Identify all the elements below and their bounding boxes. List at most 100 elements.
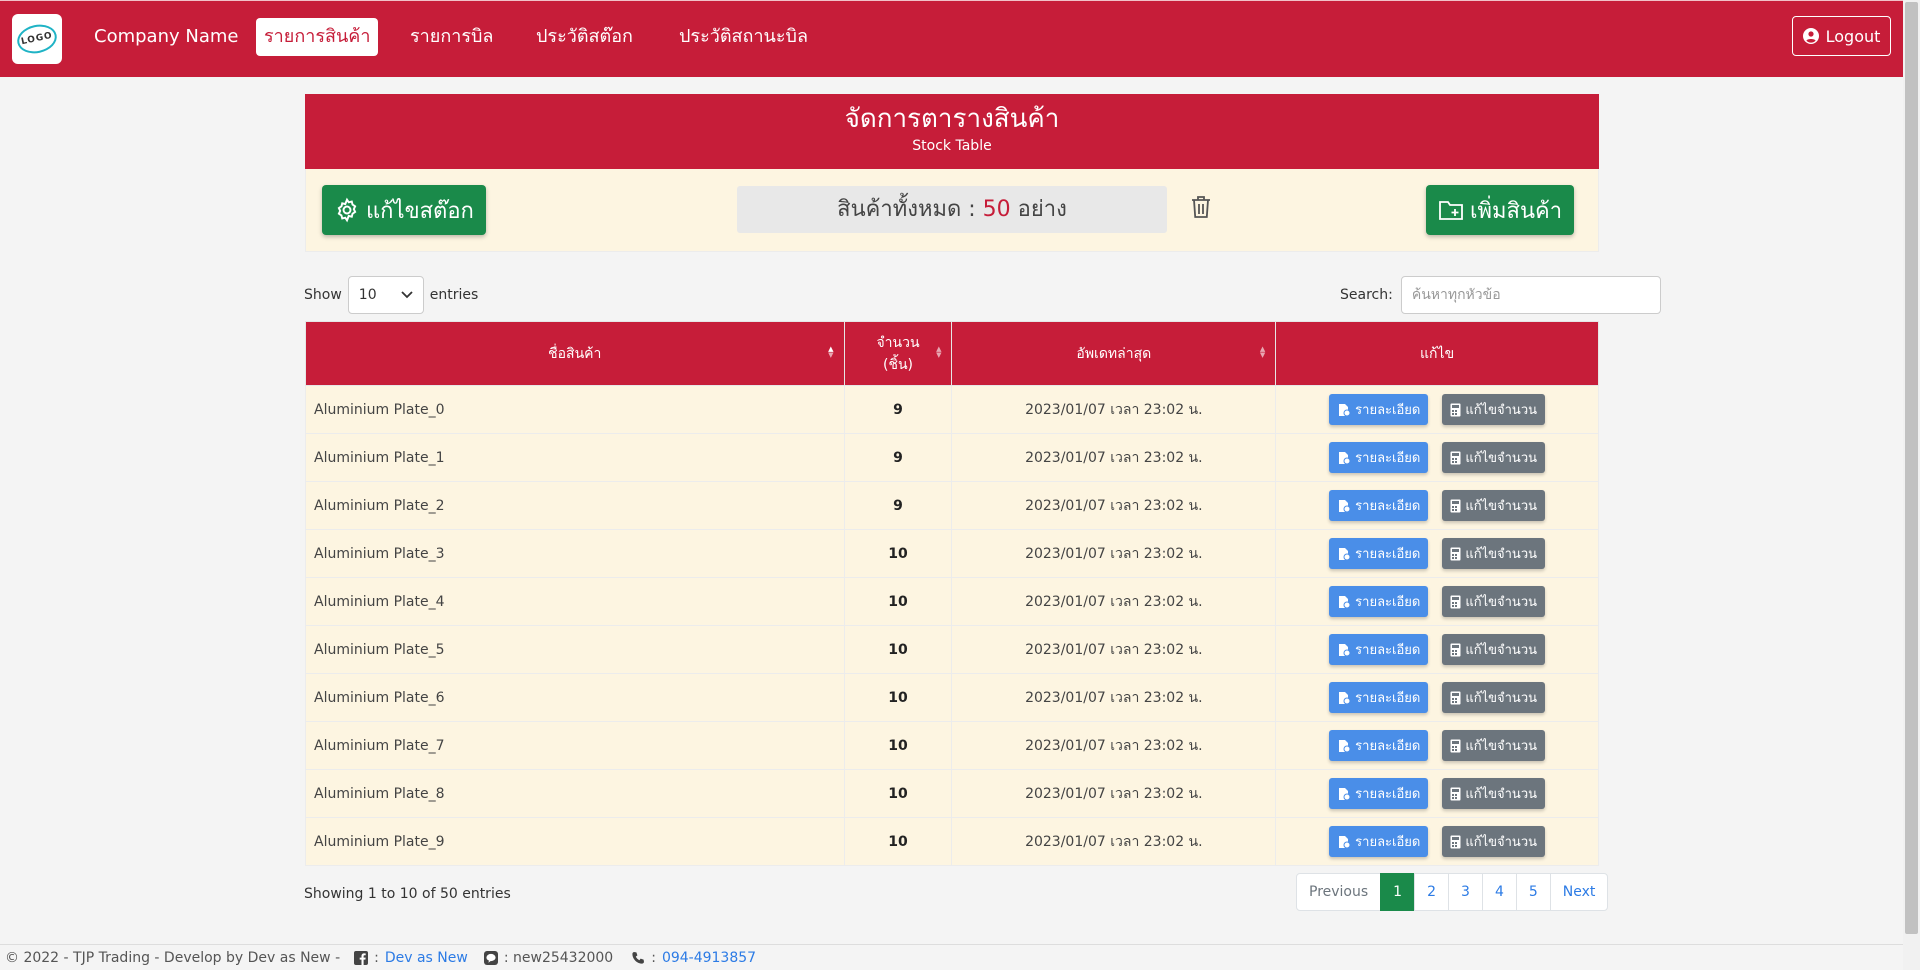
page-previous[interactable]: Previous [1296,873,1382,911]
detail-label: รายละเอียด [1355,595,1421,610]
top-navbar: LOGO Company Name รายการสินค้า รายการบิล… [0,0,1903,77]
nav-stock-history[interactable]: ประวัติสต๊อก [528,18,641,56]
table-row: Aluminium Plate_4 10 2023/01/07 เวลา 23:… [305,577,1599,626]
edit-qty-button[interactable]: แก้ไขจำนวน [1442,682,1546,713]
delete-button[interactable] [1190,194,1212,224]
edit-stock-button[interactable]: แก้ไขสต๊อก [322,185,486,235]
col-header-qty[interactable]: จำนวน (ชิ้น) ▲ ▼ [843,321,953,386]
file-icon [1339,787,1351,800]
edit-qty-button[interactable]: แก้ไขจำนวน [1442,442,1546,473]
page-5[interactable]: 5 [1515,873,1551,911]
search-input[interactable] [1400,276,1661,314]
detail-button[interactable]: รายละเอียด [1329,442,1429,473]
edit-qty-button[interactable]: แก้ไขจำนวน [1442,394,1546,425]
detail-button[interactable]: รายละเอียด [1329,634,1429,665]
product-updated: 2023/01/07 เวลา 23:02 น. [951,481,1277,530]
file-icon [1339,691,1351,704]
entries-length-select[interactable]: 10 [347,276,424,314]
table-row: Aluminium Plate_3 10 2023/01/07 เวลา 23:… [305,529,1599,578]
calculator-icon [1450,595,1461,608]
detail-label: รายละเอียด [1355,547,1421,562]
product-name: Aluminium Plate_9 [305,817,845,866]
table-header-row: ชื่อสินค้า ▲ ▼ จำนวน (ชิ้น) ▲ ▼ อัพเดทล่าส… [305,321,1599,386]
detail-label: รายละเอียด [1355,499,1421,514]
product-updated: 2023/01/07 เวลา 23:02 น. [951,769,1277,818]
detail-button[interactable]: รายละเอียด [1329,826,1429,857]
edit-qty-label: แก้ไขจำนวน [1465,691,1538,706]
detail-button[interactable]: รายละเอียด [1329,682,1429,713]
nav-bill-list[interactable]: รายการบิล [402,18,501,56]
file-icon [1339,835,1351,848]
company-name-link[interactable]: Company Name [86,18,246,56]
logout-button[interactable]: Logout [1792,16,1891,56]
detail-button[interactable]: รายละเอียด [1329,586,1429,617]
product-qty: 9 [843,433,953,482]
edit-qty-label: แก้ไขจำนวน [1465,547,1538,562]
col-edit-label: แก้ไข [1420,345,1455,362]
add-product-label: เพิ่มสินค้า [1470,198,1563,224]
file-icon [1339,403,1351,416]
total-prefix: สินค้าทั้งหมด : [837,197,976,222]
col-header-name[interactable]: ชื่อสินค้า ▲ ▼ [305,321,845,386]
edit-qty-button[interactable]: แก้ไขจำนวน [1442,778,1546,809]
folder-plus-icon [1439,201,1463,220]
nav-product-list[interactable]: รายการสินค้า [256,18,379,56]
detail-button[interactable]: รายละเอียด [1329,394,1429,425]
show-entries: Show 10 entries [304,276,478,314]
edit-qty-button[interactable]: แก้ไขจำนวน [1442,826,1546,857]
product-qty: 10 [843,577,953,626]
edit-qty-button[interactable]: แก้ไขจำนวน [1442,586,1546,617]
edit-qty-label: แก้ไขจำนวน [1465,787,1538,802]
chevron-down-icon [401,291,413,299]
nav-bill-status-history[interactable]: ประวัติสถานะบิล [671,18,816,56]
page-next[interactable]: Next [1549,873,1609,911]
edit-qty-button[interactable]: แก้ไขจำนวน [1442,634,1546,665]
col-qty-label: จำนวน [876,334,920,351]
product-name: Aluminium Plate_8 [305,769,845,818]
table-row: Aluminium Plate_8 10 2023/01/07 เวลา 23:… [305,769,1599,818]
detail-button[interactable]: รายละเอียด [1329,730,1429,761]
product-name: Aluminium Plate_3 [305,529,845,578]
edit-qty-label: แก้ไขจำนวน [1465,643,1538,658]
row-actions: รายละเอียด แก้ไขจำนวน [1275,385,1599,434]
page-1[interactable]: 1 [1380,873,1416,911]
product-updated: 2023/01/07 เวลา 23:02 น. [951,529,1277,578]
edit-qty-button[interactable]: แก้ไขจำนวน [1442,490,1546,521]
product-qty: 9 [843,481,953,530]
company-logo[interactable]: LOGO [12,14,62,64]
logout-label: Logout [1825,26,1881,46]
col-header-updated[interactable]: อัพเดทล่าสุด ▲ ▼ [951,321,1277,386]
stock-toolbar: แก้ไขสต๊อก สินค้าทั้งหมด : 50 อย่าง เพิ่… [305,169,1599,252]
detail-button[interactable]: รายละเอียด [1329,538,1429,569]
calculator-icon [1450,787,1461,800]
scrollbar-thumb[interactable] [1905,2,1918,934]
product-name: Aluminium Plate_5 [305,625,845,674]
product-name: Aluminium Plate_6 [305,673,845,722]
phone-link[interactable]: 094-4913857 [662,950,756,966]
col-updated-label: อัพเดทล่าสุด [1076,345,1152,362]
row-actions: รายละเอียด แก้ไขจำนวน [1275,481,1599,530]
calculator-icon [1450,643,1461,656]
page-2[interactable]: 2 [1414,873,1450,911]
sort-icon: ▲ ▼ [828,345,834,359]
page-4[interactable]: 4 [1481,873,1517,911]
user-circle-icon [1802,28,1819,44]
edit-qty-button[interactable]: แก้ไขจำนวน [1442,730,1546,761]
col-name-label: ชื่อสินค้า [548,345,602,362]
product-updated: 2023/01/07 เวลา 23:02 น. [951,385,1277,434]
product-qty: 10 [843,625,953,674]
file-icon [1339,451,1351,464]
add-product-button[interactable]: เพิ่มสินค้า [1426,185,1575,235]
detail-button[interactable]: รายละเอียด [1329,778,1429,809]
edit-qty-button[interactable]: แก้ไขจำนวน [1442,538,1546,569]
detail-button[interactable]: รายละเอียด [1329,490,1429,521]
page-3[interactable]: 3 [1448,873,1483,911]
edit-stock-label: แก้ไขสต๊อก [366,198,474,224]
product-name: Aluminium Plate_1 [305,433,845,482]
total-count: 50 [982,197,1011,222]
product-qty: 10 [843,529,953,578]
facebook-link[interactable]: Dev as New [385,950,468,966]
page-footer: © 2022 - TJP Trading - Develop by Dev as… [0,944,1903,970]
phone-icon [632,951,645,964]
detail-label: รายละเอียด [1355,451,1421,466]
